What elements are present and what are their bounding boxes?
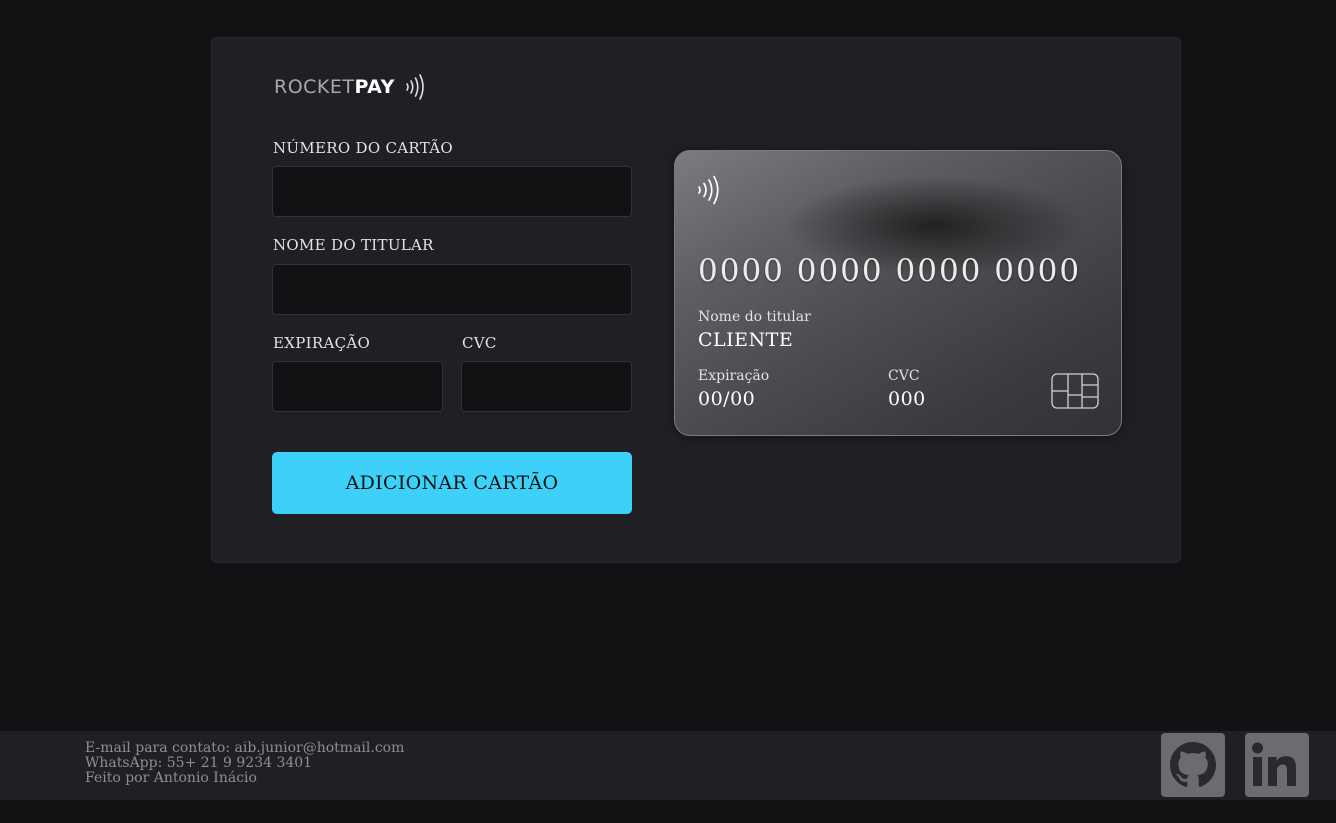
cvc-label: CVC	[462, 334, 497, 352]
card-preview: 0000 0000 0000 0000 Nome do titular CLIE…	[674, 150, 1122, 436]
contactless-icon	[406, 74, 424, 100]
footer-email: E-mail para contato: aib.junior@hotmail.…	[85, 740, 405, 756]
holder-name-input[interactable]	[272, 264, 632, 315]
contactless-icon	[698, 175, 719, 205]
card-number-label: NÚMERO DO CARTÃO	[273, 139, 453, 157]
footer-whatsapp: WhatsApp: 55+ 21 9 9234 3401	[85, 755, 313, 771]
logo-suffix: PAY	[354, 76, 395, 98]
card-expiration-label: Expiração	[698, 368, 770, 384]
cvc-input[interactable]	[461, 361, 632, 412]
rocketpay-logo: ROCKET PAY	[274, 74, 427, 100]
card-cvc-label: CVC	[888, 368, 920, 384]
footer: E-mail para contato: aib.junior@hotmail.…	[0, 731, 1336, 800]
footer-credit: Feito por Antonio Inácio	[85, 770, 257, 786]
footer-contact-info: E-mail para contato: aib.junior@hotmail.…	[85, 741, 404, 786]
linkedin-link[interactable]	[1245, 733, 1309, 797]
card-number-input[interactable]	[272, 166, 632, 217]
add-card-button[interactable]: ADICIONAR CARTÃO	[272, 452, 632, 514]
card-number-display: 0000 0000 0000 0000	[698, 253, 1082, 289]
expiration-input[interactable]	[272, 361, 443, 412]
github-link[interactable]	[1161, 733, 1225, 797]
card-holder-label: Nome do titular	[698, 309, 811, 325]
expiration-label: EXPIRAÇÃO	[273, 334, 371, 352]
card-chip-icon	[1051, 373, 1099, 409]
card-expiration-value: 00/00	[698, 388, 756, 410]
github-icon	[1170, 742, 1216, 787]
card-cvc-value: 000	[888, 388, 926, 410]
linkedin-icon	[1252, 742, 1296, 786]
card-form-panel: ROCKET PAY NÚMERO DO CARTÃO NOME DO TITUL…	[211, 37, 1181, 563]
card-holder-value: CLIENTE	[698, 329, 794, 351]
holder-name-label: NOME DO TITULAR	[273, 236, 434, 254]
logo-prefix: ROCKET	[274, 76, 355, 98]
